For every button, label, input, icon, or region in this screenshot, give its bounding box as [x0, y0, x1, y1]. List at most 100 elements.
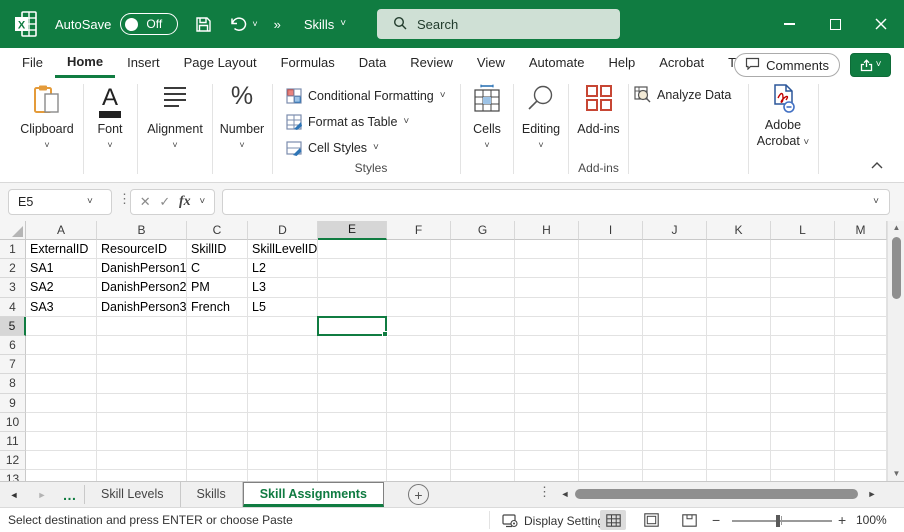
cell-I8[interactable] [579, 374, 643, 393]
cell-H10[interactable] [515, 413, 579, 432]
cell-L9[interactable] [771, 394, 835, 413]
minimize-button[interactable] [766, 0, 812, 48]
cell-E6[interactable] [318, 336, 387, 355]
tab-help[interactable]: Help [597, 48, 648, 78]
cell-B11[interactable] [97, 432, 187, 451]
cell-E8[interactable] [318, 374, 387, 393]
cell-F2[interactable] [387, 259, 451, 278]
cell-G2[interactable] [451, 259, 515, 278]
document-title[interactable]: Skills ˅ [304, 17, 346, 32]
cell-M12[interactable] [835, 451, 887, 470]
cell-B12[interactable] [97, 451, 187, 470]
column-header-K[interactable]: K [707, 221, 771, 240]
name-box-input[interactable] [9, 195, 79, 209]
display-settings-button[interactable]: Display Settings [502, 511, 610, 530]
cancel-icon[interactable]: ✕ [140, 194, 151, 210]
quick-access-overflow-icon[interactable]: » [274, 17, 282, 32]
cell-D13[interactable] [248, 470, 318, 481]
cell-I10[interactable] [579, 413, 643, 432]
cell-C8[interactable] [187, 374, 248, 393]
row-header-9[interactable]: 9 [0, 394, 26, 413]
cell-B1[interactable]: ResourceID [97, 240, 187, 259]
cell-A4[interactable]: SA3 [26, 298, 97, 317]
cell-H11[interactable] [515, 432, 579, 451]
cell-K2[interactable] [707, 259, 771, 278]
cell-M6[interactable] [835, 336, 887, 355]
fill-handle[interactable] [382, 331, 388, 337]
cell-I13[interactable] [579, 470, 643, 481]
cell-M5[interactable] [835, 317, 887, 336]
cell-K6[interactable] [707, 336, 771, 355]
cell-L3[interactable] [771, 278, 835, 297]
cell-F4[interactable] [387, 298, 451, 317]
cell-G8[interactable] [451, 374, 515, 393]
zoom-slider-track[interactable] [732, 520, 832, 522]
cell-D12[interactable] [248, 451, 318, 470]
cell-L8[interactable] [771, 374, 835, 393]
column-header-H[interactable]: H [515, 221, 579, 240]
sheet-tab-skill-assignments[interactable]: Skill Assignments [243, 482, 384, 507]
cell-C4[interactable]: French [187, 298, 248, 317]
cell-C10[interactable] [187, 413, 248, 432]
row-header-8[interactable]: 8 [0, 374, 26, 393]
cell-H9[interactable] [515, 394, 579, 413]
cell-H5[interactable] [515, 317, 579, 336]
clipboard-group-button[interactable]: Clipboard ˅ [12, 78, 82, 150]
tab-file[interactable]: File [10, 48, 55, 78]
cell-H7[interactable] [515, 355, 579, 374]
sheet-overflow-button[interactable]: … [56, 482, 84, 507]
insert-function-icon[interactable]: fx [179, 194, 191, 210]
search-box[interactable] [377, 9, 620, 39]
cell-F1[interactable] [387, 240, 451, 259]
cell-H12[interactable] [515, 451, 579, 470]
cell-A7[interactable] [26, 355, 97, 374]
search-input[interactable] [417, 17, 587, 32]
cell-L6[interactable] [771, 336, 835, 355]
row-header-2[interactable]: 2 [0, 259, 26, 278]
cell-A5[interactable] [26, 317, 97, 336]
cell-J5[interactable] [643, 317, 707, 336]
cell-E3[interactable] [318, 278, 387, 297]
sheet-nav-right-icon[interactable]: ► [28, 482, 56, 507]
maximize-button[interactable] [812, 0, 858, 48]
zoom-in-icon[interactable]: + [838, 512, 846, 528]
cell-I2[interactable] [579, 259, 643, 278]
hscroll-right-icon[interactable]: ► [864, 481, 880, 507]
cell-C12[interactable] [187, 451, 248, 470]
cell-C11[interactable] [187, 432, 248, 451]
row-header-5[interactable]: 5 [0, 317, 26, 336]
cell-C1[interactable]: SkillID [187, 240, 248, 259]
column-header-C[interactable]: C [187, 221, 248, 240]
column-header-D[interactable]: D [248, 221, 318, 240]
cell-G5[interactable] [451, 317, 515, 336]
cell-F12[interactable] [387, 451, 451, 470]
cell-I4[interactable] [579, 298, 643, 317]
vertical-scroll-thumb[interactable] [892, 237, 901, 299]
cell-D3[interactable]: L3 [248, 278, 318, 297]
tab-home[interactable]: Home [55, 48, 115, 78]
tab-automate[interactable]: Automate [517, 48, 597, 78]
cell-D4[interactable]: L5 [248, 298, 318, 317]
tab-acrobat[interactable]: Acrobat [647, 48, 716, 78]
cell-M9[interactable] [835, 394, 887, 413]
row-header-4[interactable]: 4 [0, 298, 26, 317]
cell-A10[interactable] [26, 413, 97, 432]
collapse-ribbon-button[interactable] [866, 156, 888, 174]
cell-L13[interactable] [771, 470, 835, 481]
cell-D7[interactable] [248, 355, 318, 374]
cell-J9[interactable] [643, 394, 707, 413]
zoom-out-icon[interactable]: − [712, 512, 720, 528]
sheet-tab-skills[interactable]: Skills [181, 482, 243, 507]
cell-J8[interactable] [643, 374, 707, 393]
cell-J2[interactable] [643, 259, 707, 278]
cell-C3[interactable]: PM [187, 278, 248, 297]
cell-E9[interactable] [318, 394, 387, 413]
column-header-F[interactable]: F [387, 221, 451, 240]
cell-L4[interactable] [771, 298, 835, 317]
cell-G9[interactable] [451, 394, 515, 413]
cell-K4[interactable] [707, 298, 771, 317]
cell-B3[interactable]: DanishPerson2 [97, 278, 187, 297]
cell-G6[interactable] [451, 336, 515, 355]
cell-I11[interactable] [579, 432, 643, 451]
cell-M2[interactable] [835, 259, 887, 278]
